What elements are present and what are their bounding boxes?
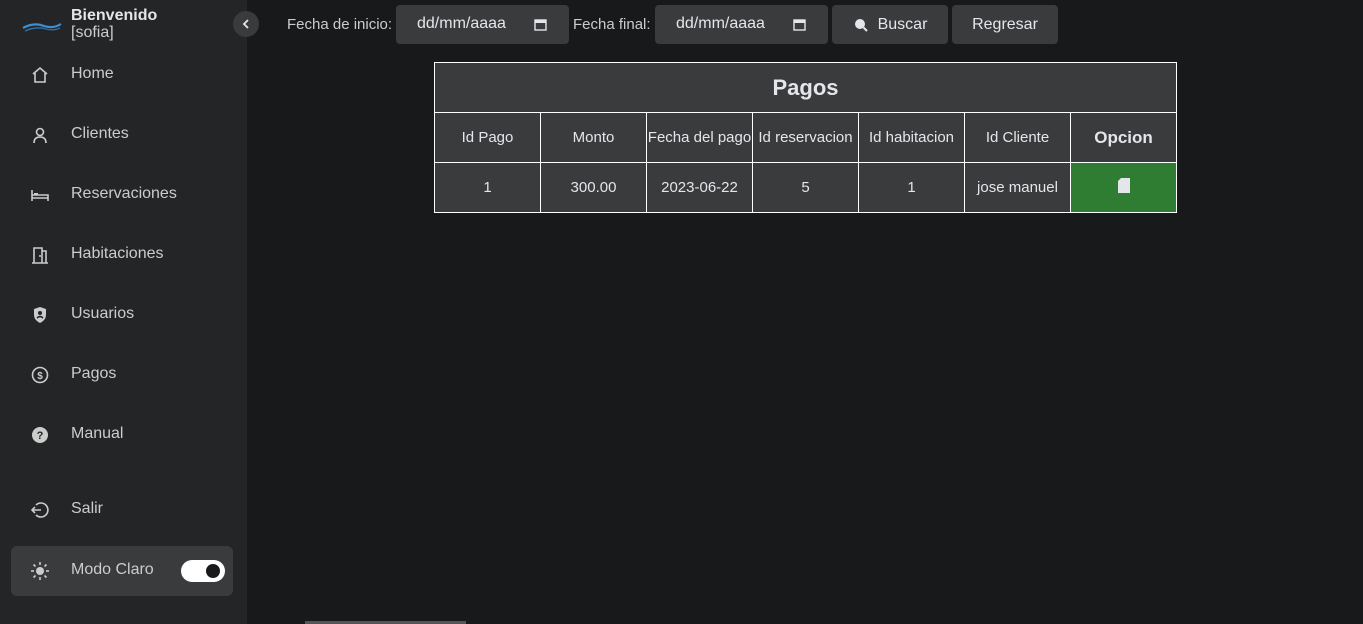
welcome-title: Bienvenido bbox=[71, 7, 158, 24]
column-header: Id Cliente bbox=[964, 112, 1071, 163]
sun-icon bbox=[30, 561, 50, 581]
sidebar-item-label: Pagos bbox=[71, 365, 117, 382]
logout-button[interactable]: Salir bbox=[11, 485, 233, 535]
chevron-left-icon bbox=[242, 19, 249, 29]
column-header: Monto bbox=[540, 112, 647, 163]
sidebar-item-label: Clientes bbox=[71, 125, 129, 142]
logout-icon bbox=[30, 500, 50, 520]
calendar-icon[interactable] bbox=[793, 18, 806, 31]
sidebar-item-home[interactable]: Home bbox=[11, 50, 233, 100]
column-header: Id habitacion bbox=[858, 112, 965, 163]
logout-label: Salir bbox=[71, 500, 104, 517]
sidebar-item-manual[interactable]: ? Manual bbox=[11, 410, 233, 460]
toggle-knob bbox=[206, 564, 220, 578]
bed-icon bbox=[30, 185, 50, 205]
logo-icon bbox=[22, 23, 62, 32]
mode-toggle[interactable] bbox=[181, 560, 225, 582]
document-icon bbox=[1117, 178, 1130, 193]
shield-user-icon bbox=[30, 305, 50, 325]
sidebar-item-label: Reservaciones bbox=[71, 185, 177, 202]
column-header: Id Pago bbox=[434, 112, 541, 163]
search-button-label: Buscar bbox=[877, 15, 928, 33]
collapse-sidebar-button[interactable] bbox=[233, 11, 259, 37]
brand: Bienvenido [sofia] bbox=[22, 6, 222, 46]
sidebar-item-pagos[interactable]: $ Pagos bbox=[11, 350, 233, 400]
door-icon bbox=[30, 245, 50, 265]
search-icon bbox=[854, 18, 868, 32]
back-button[interactable]: Regresar bbox=[952, 5, 1058, 44]
sidebar-item-label: Home bbox=[71, 65, 114, 82]
payments-table: Pagos Id Pago Monto Fecha del pago Id re… bbox=[434, 62, 1177, 213]
sidebar-item-habitaciones[interactable]: Habitaciones bbox=[11, 230, 233, 280]
table-header-row: Id Pago Monto Fecha del pago Id reservac… bbox=[434, 112, 1177, 163]
sidebar-item-label: Manual bbox=[71, 425, 124, 442]
sidebar: Bienvenido [sofia] Home Clientes Reserva… bbox=[0, 0, 247, 624]
sidebar-item-clientes[interactable]: Clientes bbox=[11, 110, 233, 160]
table-cell: jose manuel bbox=[964, 162, 1071, 213]
start-date-value: dd/mm/aaaa bbox=[417, 15, 506, 32]
mode-row: Modo Claro bbox=[11, 546, 233, 596]
svg-text:$: $ bbox=[37, 371, 43, 382]
report-button[interactable] bbox=[1070, 162, 1177, 213]
help-icon: ? bbox=[30, 425, 50, 445]
table-cell: 5 bbox=[752, 162, 859, 213]
start-date-label: Fecha de inicio: bbox=[287, 16, 393, 33]
sidebar-item-usuarios[interactable]: Usuarios bbox=[11, 290, 233, 340]
sidebar-item-label: Usuarios bbox=[71, 305, 135, 322]
column-header: Opcion bbox=[1070, 112, 1177, 163]
end-date-input[interactable]: dd/mm/aaaa bbox=[655, 5, 828, 44]
table-row: 1 300.00 2023-06-22 5 1 jose manuel bbox=[434, 162, 1177, 213]
table-cell: 2023-06-22 bbox=[646, 162, 753, 213]
sidebar-item-reservaciones[interactable]: Reservaciones bbox=[11, 170, 233, 220]
sidebar-item-label: Habitaciones bbox=[71, 245, 164, 262]
table-cell: 1 bbox=[434, 162, 541, 213]
svg-text:?: ? bbox=[37, 430, 44, 442]
column-header: Fecha del pago bbox=[646, 112, 753, 163]
end-date-value: dd/mm/aaaa bbox=[676, 15, 765, 32]
calendar-icon[interactable] bbox=[534, 18, 547, 31]
username: [sofia] bbox=[71, 24, 114, 41]
user-icon bbox=[30, 125, 50, 145]
table-title: Pagos bbox=[434, 62, 1177, 113]
home-icon bbox=[30, 65, 50, 85]
table-cell: 300.00 bbox=[540, 162, 647, 213]
back-button-label: Regresar bbox=[972, 15, 1038, 33]
end-date-label: Fecha final: bbox=[573, 16, 651, 33]
search-button[interactable]: Buscar bbox=[832, 5, 948, 44]
start-date-input[interactable]: dd/mm/aaaa bbox=[396, 5, 569, 44]
column-header: Id reservacion bbox=[752, 112, 859, 163]
mode-label: Modo Claro bbox=[71, 561, 154, 578]
dollar-icon: $ bbox=[30, 365, 50, 385]
table-cell: 1 bbox=[858, 162, 965, 213]
